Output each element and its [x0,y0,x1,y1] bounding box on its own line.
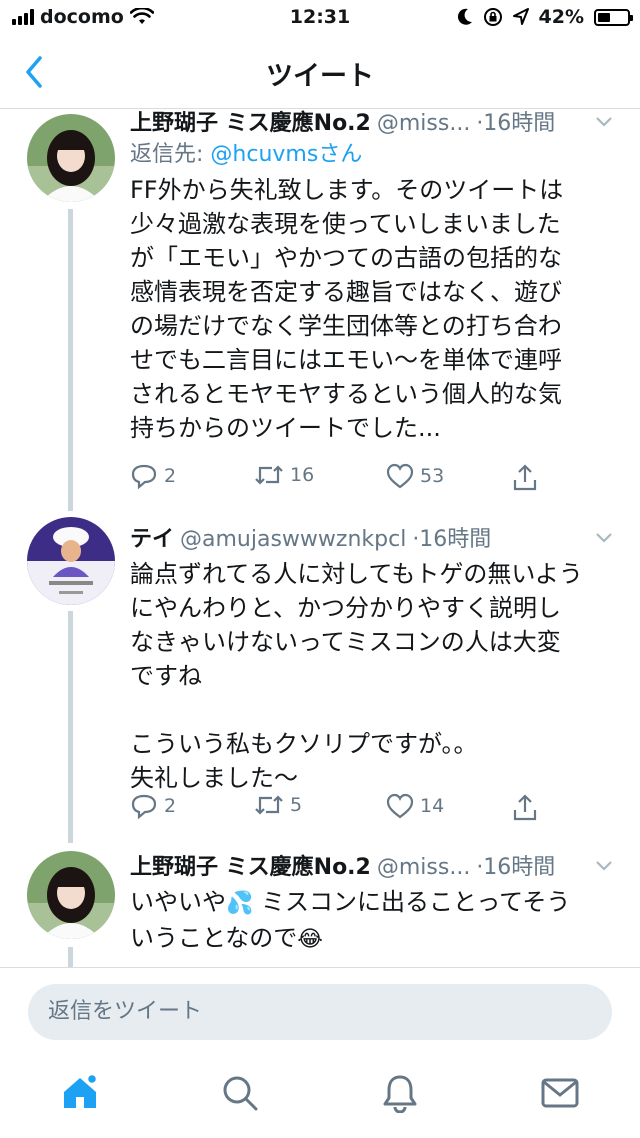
like-button[interactable]: 53 [386,463,444,489]
reply-button[interactable]: 2 [130,463,176,489]
share-icon [513,794,537,821]
retweet-button[interactable]: 16 [254,463,314,487]
user-handle[interactable]: @miss... [377,109,470,139]
tweet-time[interactable]: ·16時間 [476,109,555,139]
tweet-header: テイ @amujaswwwznkpcl ·16時間 [130,525,614,555]
battery-percent: 42% [538,6,584,28]
reply-to-link[interactable]: @hcuvmsさん [210,142,362,167]
tweet-text: FF外から失礼致します。そのツイートは 少々過激な表現を使っていしまいました が… [130,176,564,442]
status-right: 42% [457,6,633,28]
battery-fill [598,12,610,22]
avatar[interactable] [27,517,115,605]
reply-icon [131,794,157,819]
chevron-down-icon[interactable] [594,859,614,873]
share-button[interactable] [512,463,538,491]
avatar[interactable] [27,114,115,202]
tweet-time[interactable]: ·16時間 [476,853,555,883]
rotation-lock-icon [483,8,502,26]
sweat-droplets-emoji: 💦 [226,891,254,916]
reply-count: 2 [164,465,177,487]
display-name[interactable]: 上野瑚子 ミス慶應No.2 [130,109,371,139]
tweet-3[interactable]: 上野瑚子 ミス慶應No.2 @miss... ·16時間 いやいや💦 ミスコンに… [0,843,640,967]
status-bar: docomo 12:31 42% [0,0,640,36]
location-icon [512,8,529,25]
moon-icon [457,8,472,25]
thread-line [68,947,73,967]
share-icon [513,464,537,491]
retweet-count: 16 [290,464,315,486]
retweet-icon [255,795,283,815]
messages-icon[interactable] [540,1073,580,1113]
tweet-actions: 2 5 14 [0,793,640,823]
heart-icon [386,793,414,819]
tweet-content: 上野瑚子 ミス慶應No.2 @miss... ·16時間 いやいや💦 ミスコンに… [130,853,614,957]
tweet-header: 上野瑚子 ミス慶應No.2 @miss... ·16時間 [130,853,614,883]
chevron-down-icon[interactable] [594,115,614,129]
heart-icon [386,463,414,489]
tweet-text: いやいや💦 ミスコンに出ることってそう いうことなので😂 [130,885,614,957]
user-handle[interactable]: @miss... [377,853,470,883]
tweet-header: 上野瑚子 ミス慶應No.2 @miss... ·16時間 [130,109,614,139]
tweet-content: テイ @amujaswwwznkpcl ·16時間 論点ずれてる人に対してもトゲ… [130,525,614,795]
tab-bar [0,1045,640,1138]
retweet-button[interactable]: 5 [254,793,302,817]
display-name[interactable]: テイ [130,525,174,555]
avatar[interactable] [27,851,115,939]
reply-to-line: 返信先: @hcuvmsさん [130,139,614,171]
laughing-tears-emoji: 😂 [297,927,323,952]
reply-composer: 返信をツイート [0,967,640,1046]
reply-to-label: 返信先: [130,142,204,167]
search-icon[interactable] [220,1073,260,1113]
tweet-thread: 上野瑚子 ミス慶應No.2 @miss... ·16時間 返信先: @hcuvm… [0,109,640,967]
nav-bar: ツイート [0,36,640,109]
reply-button[interactable]: 2 [130,793,176,819]
notifications-icon[interactable] [380,1073,420,1113]
tweet-2[interactable]: テイ @amujaswwwznkpcl ·16時間 論点ずれてる人に対してもトゲ… [0,511,640,843]
tweet-text-part: いやいや [130,888,226,916]
battery-icon [594,8,633,26]
tweet-actions: 2 16 53 [0,463,640,493]
reply-icon [131,464,157,489]
retweet-count: 5 [290,794,303,816]
tweet-time[interactable]: ·16時間 [412,525,491,555]
tweet-content: 上野瑚子 ミス慶應No.2 @miss... ·16時間 返信先: @hcuvm… [130,109,614,445]
retweet-icon [255,465,283,485]
chevron-down-icon[interactable] [594,531,614,545]
share-button[interactable] [512,793,538,821]
tweet-1[interactable]: 上野瑚子 ミス慶應No.2 @miss... ·16時間 返信先: @hcuvm… [0,109,640,511]
like-count: 14 [420,795,445,817]
user-handle[interactable]: @amujaswwwznkpcl [180,525,406,555]
reply-count: 2 [164,795,177,817]
tweet-text: 論点ずれてる人に対してもトゲの無いよう にやんわりと、かつ分かりやすく説明し な… [130,560,583,792]
page-title: ツイート [266,61,374,92]
home-icon[interactable] [60,1073,100,1113]
display-name[interactable]: 上野瑚子 ミス慶應No.2 [130,853,371,883]
like-count: 53 [420,465,445,487]
like-button[interactable]: 14 [386,793,444,819]
reply-input[interactable]: 返信をツイート [28,984,612,1040]
